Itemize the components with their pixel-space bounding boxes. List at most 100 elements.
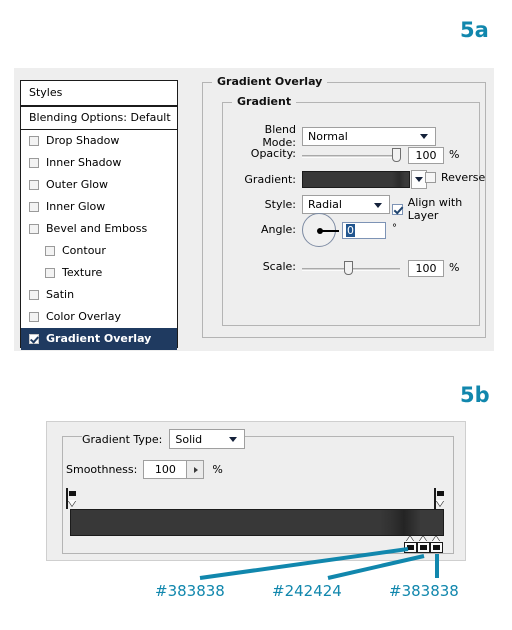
- color-stop-swatch: [430, 542, 443, 553]
- groupbox-border-right: [222, 436, 454, 437]
- chevron-down-icon: [229, 437, 238, 442]
- scale-label: Scale:: [262, 260, 296, 273]
- blend-mode-select[interactable]: Normal: [302, 126, 436, 146]
- scale-row: Scale:: [232, 260, 296, 273]
- style-row-inner-shadow[interactable]: Inner Shadow: [21, 152, 177, 174]
- angle-dial[interactable]: [302, 213, 339, 247]
- opacity-unit: %: [449, 148, 460, 161]
- checkbox-inner-shadow[interactable]: [29, 158, 39, 168]
- style-row-drop-shadow[interactable]: Drop Shadow: [21, 130, 177, 152]
- angle-label: Angle:: [260, 223, 296, 236]
- checkbox-outer-glow[interactable]: [29, 180, 39, 190]
- style-row-contour[interactable]: Contour: [21, 240, 177, 262]
- opacity-label: Opacity:: [250, 147, 296, 160]
- smoothness-unit: %: [212, 463, 223, 476]
- gradient-type-row: Gradient Type: Solid: [82, 429, 246, 449]
- angle-row: Angle:: [232, 223, 296, 236]
- blend-mode-label: Blend Mode:: [262, 123, 296, 149]
- scale-slider-thumb[interactable]: [344, 261, 353, 275]
- angle-dial-center-dot: [317, 228, 323, 234]
- opacity-slider-track[interactable]: [302, 155, 400, 158]
- color-stop-swatch: [417, 542, 430, 553]
- blend-mode-row: Blend Mode: Normal: [232, 123, 436, 149]
- style-row-color-overlay[interactable]: Color Overlay: [21, 306, 177, 328]
- figure-label-5b: 5b: [460, 383, 490, 407]
- checkbox-satin[interactable]: [29, 290, 39, 300]
- blending-options-row[interactable]: Blending Options: Default: [21, 107, 177, 130]
- gradient-overlay-group-title: Gradient Overlay: [212, 75, 328, 88]
- style-label-satin: Satin: [46, 288, 75, 301]
- style-row-gradient-overlay[interactable]: Gradient Overlay: [21, 328, 177, 350]
- blend-mode-value: Normal: [308, 129, 348, 143]
- checkbox-color-overlay[interactable]: [29, 312, 39, 322]
- reverse-checkbox-row[interactable]: Reverse: [425, 171, 485, 184]
- gradient-ramp[interactable]: [70, 509, 444, 536]
- checkbox-inner-glow[interactable]: [29, 202, 39, 212]
- style-label-drop-shadow: Drop Shadow: [46, 134, 120, 147]
- align-with-layer-row[interactable]: Align with Layer: [392, 196, 494, 222]
- figure-label-5a: 5a: [460, 18, 489, 42]
- style-select[interactable]: Radial: [302, 195, 390, 214]
- checkbox-gradient-overlay[interactable]: [29, 334, 39, 344]
- checkbox-drop-shadow[interactable]: [29, 136, 39, 146]
- angle-value: 0: [346, 224, 355, 237]
- checkbox-texture[interactable]: [45, 268, 55, 278]
- angle-unit: °: [392, 223, 397, 234]
- opacity-slider-thumb[interactable]: [392, 148, 401, 162]
- gradient-preview-swatch[interactable]: [302, 171, 410, 188]
- angle-input[interactable]: 0: [342, 222, 386, 239]
- color-stop-2[interactable]: [417, 536, 430, 553]
- style-label-gradient-overlay: Gradient Overlay: [46, 332, 152, 345]
- styles-list-header: Styles: [21, 81, 177, 107]
- gradient-group-title: Gradient: [232, 95, 297, 108]
- style-label-inner-shadow: Inner Shadow: [46, 156, 122, 169]
- smoothness-input[interactable]: 100: [143, 460, 188, 479]
- layer-style-dialog: Styles Blending Options: Default Drop Sh…: [14, 68, 494, 351]
- style-row-outer-glow[interactable]: Outer Glow: [21, 174, 177, 196]
- style-label-color-overlay: Color Overlay: [46, 310, 121, 323]
- style-label-inner-glow: Inner Glow: [46, 200, 106, 213]
- style-row-bevel-and-emboss[interactable]: Bevel and Emboss: [21, 218, 177, 240]
- style-value: Radial: [308, 198, 342, 211]
- style-label-outer-glow: Outer Glow: [46, 178, 109, 191]
- style-row-satin[interactable]: Satin: [21, 284, 177, 306]
- chevron-right-icon: [194, 467, 199, 473]
- chevron-down-icon: [415, 177, 423, 182]
- styles-list: Styles Blending Options: Default Drop Sh…: [20, 80, 178, 350]
- color-stop-3[interactable]: [430, 536, 443, 553]
- style-row-inner-glow[interactable]: Inner Glow: [21, 196, 177, 218]
- chevron-down-icon: [420, 134, 428, 139]
- chevron-down-icon: [374, 202, 382, 208]
- gradient-type-label: Gradient Type:: [82, 432, 163, 446]
- style-label-contour: Contour: [62, 244, 106, 257]
- scale-unit: %: [449, 261, 460, 274]
- color-stop-1[interactable]: [404, 536, 417, 553]
- style-label-texture: Texture: [62, 266, 103, 279]
- scale-input[interactable]: 100: [408, 260, 444, 277]
- gradient-type-groupbox: [62, 436, 454, 554]
- style-row-texture[interactable]: Texture: [21, 262, 177, 284]
- style-row: Style: Radial: [232, 195, 390, 214]
- gradient-label: Gradient:: [244, 173, 296, 186]
- gradient-type-select[interactable]: Solid: [169, 429, 246, 449]
- color-stop-swatch: [404, 542, 417, 553]
- checkbox-reverse[interactable]: [425, 172, 436, 183]
- smoothness-stepper-button[interactable]: [186, 460, 205, 479]
- smoothness-row: Smoothness: 100 %: [66, 460, 223, 479]
- hex-label-1: #383838: [155, 582, 225, 600]
- checkbox-align-with-layer[interactable]: [392, 203, 403, 215]
- opacity-stop-left[interactable]: [66, 488, 79, 509]
- style-label-bevel-and-emboss: Bevel and Emboss: [46, 222, 148, 235]
- opacity-stop-pointer: [436, 500, 444, 506]
- opacity-stop-pointer: [68, 500, 76, 506]
- style-label: Style:: [264, 198, 296, 211]
- opacity-input[interactable]: 100: [408, 147, 444, 164]
- groupbox-border-left: [62, 436, 82, 437]
- opacity-stop-right[interactable]: [434, 488, 447, 509]
- opacity-row: Opacity:: [232, 147, 296, 160]
- checkbox-bevel-and-emboss[interactable]: [29, 224, 39, 234]
- gradient-row: Gradient:: [232, 170, 427, 189]
- align-with-layer-label: Align with Layer: [407, 196, 463, 222]
- hex-label-3: #383838: [389, 582, 459, 600]
- checkbox-contour[interactable]: [45, 246, 55, 256]
